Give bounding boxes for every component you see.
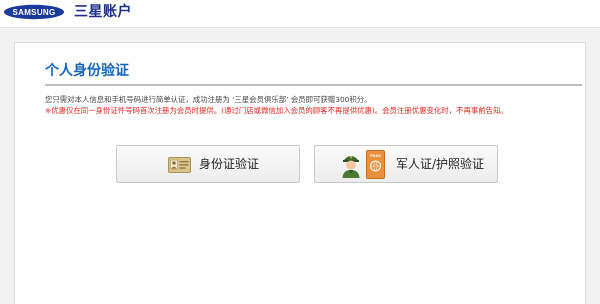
- id-card-icon: [168, 157, 191, 173]
- description-text: 您只需对本人信息和手机号码进行简单认证，成功注册为 ‘三星会员俱乐部’ 会员即可…: [45, 95, 372, 104]
- content-panel: 个人身份验证 您只需对本人信息和手机号码进行简单认证，成功注册为 ‘三星会员俱乐…: [14, 42, 586, 304]
- title-divider: [45, 84, 582, 86]
- page-title: 个人身份验证: [45, 63, 129, 79]
- notice-text: ※优惠仅在同一身份证件号码首次注册为会员时提供。(通过门店或微信加入会员的顾客不…: [45, 106, 508, 115]
- svg-text:PASS: PASS: [370, 153, 381, 158]
- id-card-verify-label: 身份证验证: [199, 157, 260, 171]
- passport-icon: PASS: [366, 150, 385, 179]
- soldier-icon: [342, 156, 360, 178]
- samsung-logo[interactable]: SAMSUNG: [3, 4, 65, 20]
- account-title: 三星账户: [74, 4, 132, 20]
- top-bar: SAMSUNG 三星账户: [0, 0, 600, 28]
- military-passport-verify-label: 军人证/护照验证: [396, 157, 485, 171]
- military-passport-verify-button[interactable]: PASS 军人证/护照验证: [314, 145, 498, 183]
- id-card-verify-button[interactable]: 身份证验证: [116, 145, 300, 183]
- samsung-logo-text: SAMSUNG: [13, 8, 56, 17]
